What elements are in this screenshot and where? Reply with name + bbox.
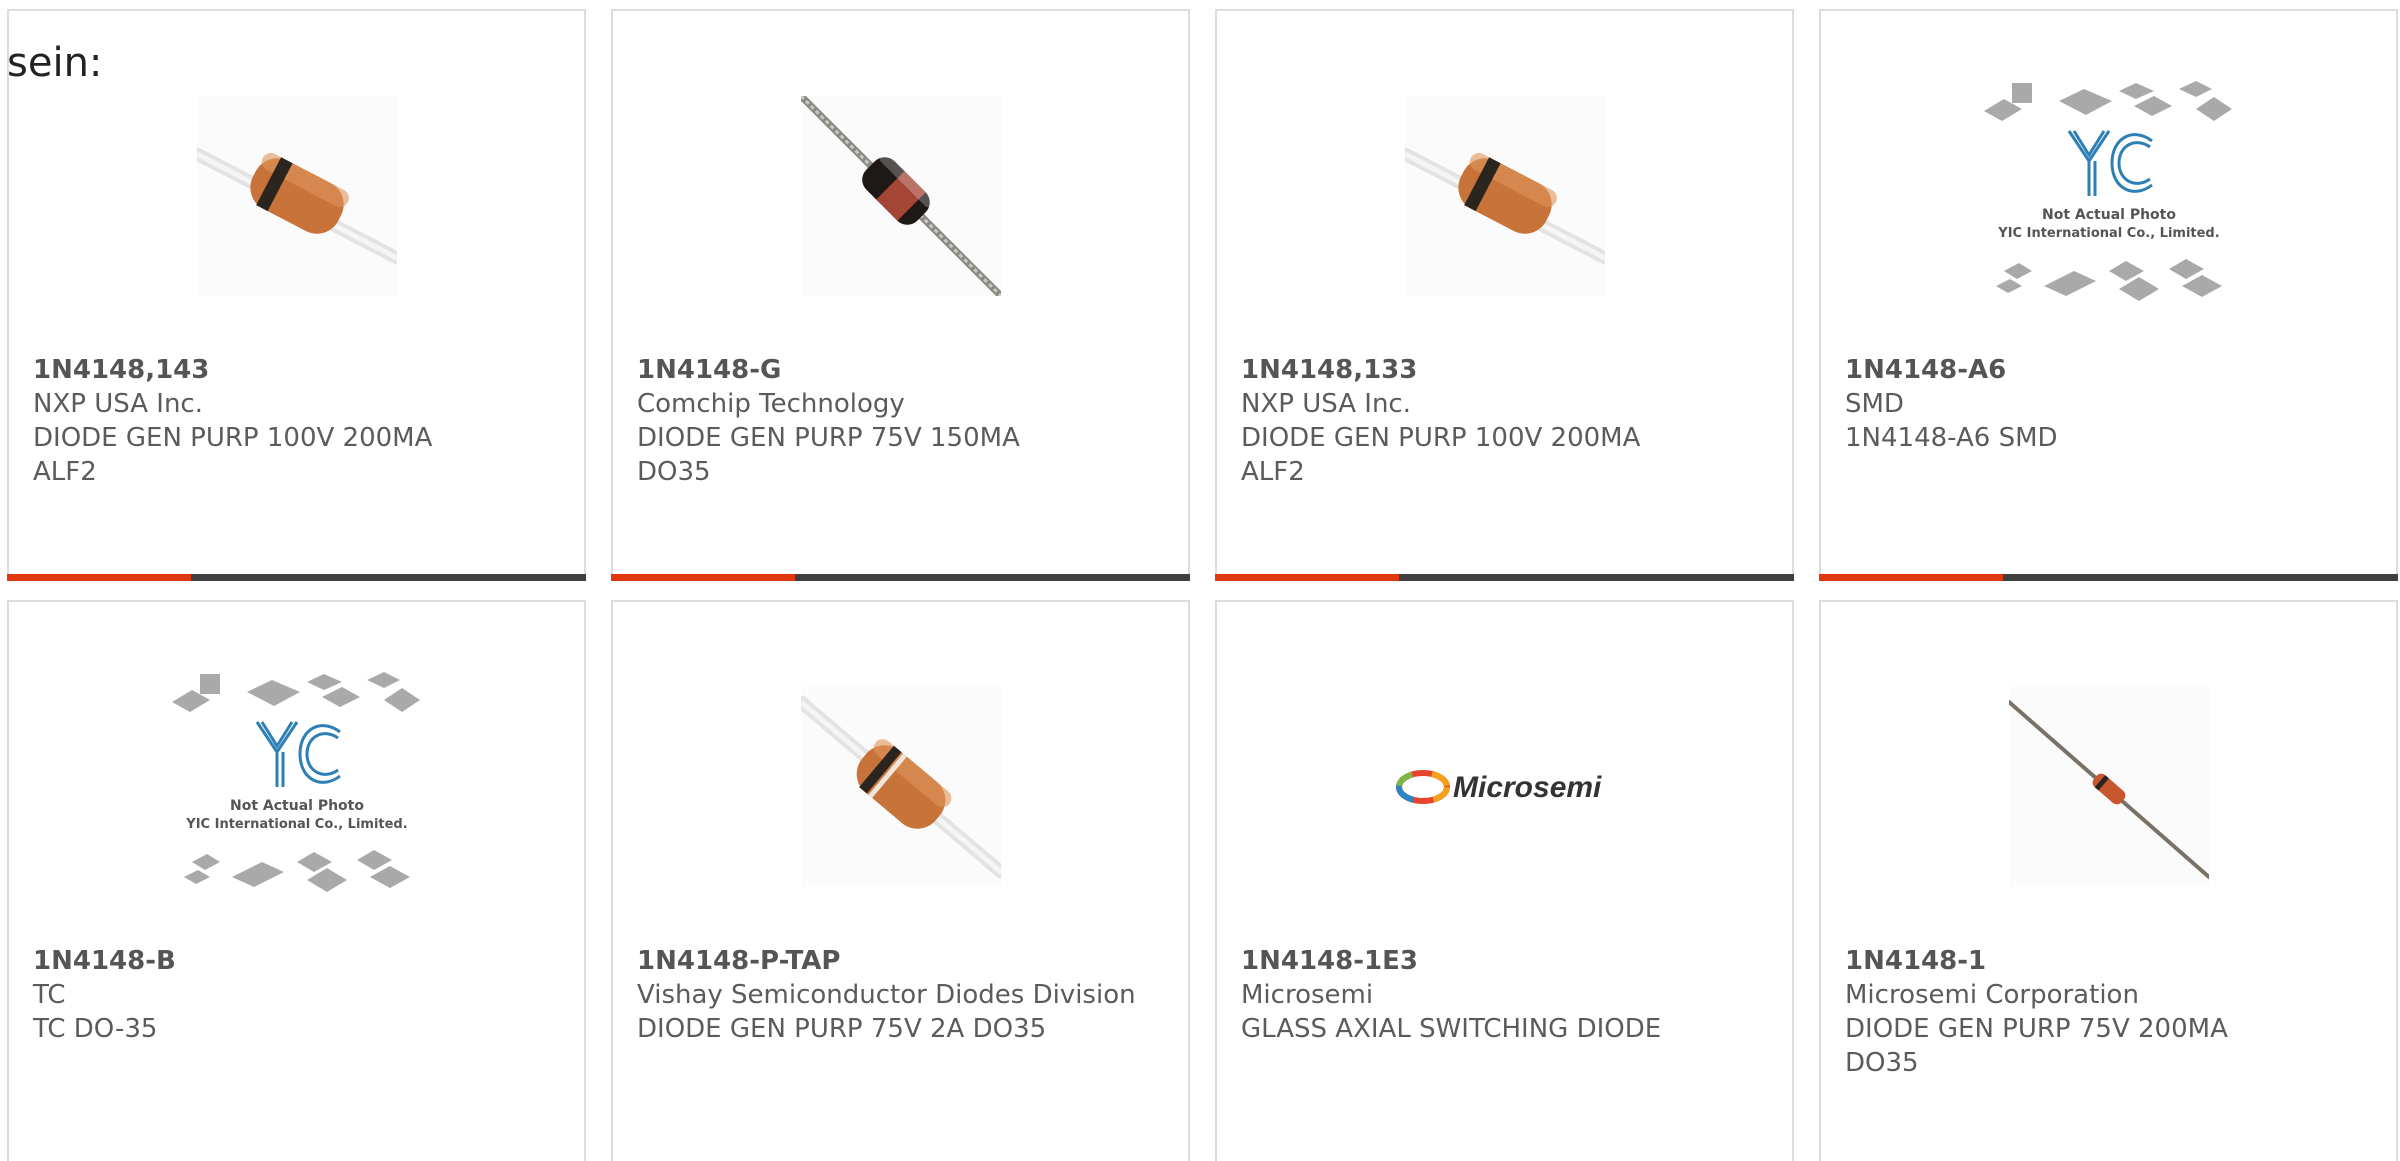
product-info: 1N4148-1E3 Microsemi GLASS AXIAL SWITCHI… xyxy=(1241,944,1768,1046)
product-image[interactable] xyxy=(9,66,584,326)
axial-diode-small-icon xyxy=(2008,687,2209,887)
manufacturer: Comchip Technology xyxy=(637,389,905,419)
placeholder-caption-2: YIC International Co., Limited. xyxy=(185,817,407,832)
part-number-link[interactable]: 1N4148-B xyxy=(33,944,560,978)
product-description: DIODE GEN PURP 75V 2A DO35 xyxy=(637,1014,1047,1044)
placeholder-caption-1: Not Actual Photo xyxy=(2042,207,2176,223)
yic-placeholder-icon: Not Actual Photo YIC International Co., … xyxy=(1983,81,2232,301)
product-info: 1N4148-G Comchip Technology DIODE GEN PU… xyxy=(637,353,1164,489)
product-image[interactable] xyxy=(1217,66,1792,326)
product-card[interactable]: 1N4148-1 Microsemi Corporation DIODE GEN… xyxy=(1819,600,2398,1161)
placeholder-caption-2: YIC International Co., Limited. xyxy=(1997,226,2219,241)
product-card[interactable]: 1N4148,133 NXP USA Inc. DIODE GEN PURP 1… xyxy=(1215,9,1794,581)
product-card[interactable]: 1N4148-G Comchip Technology DIODE GEN PU… xyxy=(611,9,1190,581)
product-card[interactable]: 1N4148,143 NXP USA Inc. DIODE GEN PURP 1… xyxy=(7,9,586,581)
product-info: 1N4148-A6 SMD 1N4148-A6 SMD xyxy=(1845,353,2372,455)
product-description: DIODE GEN PURP 100V 200MA xyxy=(33,423,433,453)
part-number-link[interactable]: 1N4148,133 xyxy=(1241,353,1768,387)
product-info: 1N4148,143 NXP USA Inc. DIODE GEN PURP 1… xyxy=(33,353,560,489)
product-image[interactable]: Not Actual Photo YIC International Co., … xyxy=(1821,66,2396,326)
product-description-2: DO35 xyxy=(637,457,711,487)
product-info: 1N4148-B TC TC DO-35 xyxy=(33,944,560,1046)
microsemi-logo-icon: Microsemi xyxy=(1395,770,1602,804)
product-description-2: ALF2 xyxy=(33,457,97,487)
product-description-2: ALF2 xyxy=(1241,457,1305,487)
page: sein: 1N4148,143 NXP USA Inc. DIODE GEN … xyxy=(0,0,2400,1161)
product-card[interactable]: Not Actual Photo YIC International Co., … xyxy=(1819,9,2398,581)
axial-diode-orange-icon xyxy=(1404,96,1605,296)
part-number-link[interactable]: 1N4148,143 xyxy=(33,353,560,387)
manufacturer: Microsemi xyxy=(1241,980,1374,1010)
product-description: DIODE GEN PURP 75V 200MA xyxy=(1845,1014,2228,1044)
yic-placeholder-icon: Not Actual Photo YIC International Co., … xyxy=(171,672,420,892)
product-description: 1N4148-A6 SMD xyxy=(1845,423,2058,453)
card-footer-bar xyxy=(1819,574,2398,581)
product-description-2: DO35 xyxy=(1845,1048,1919,1078)
product-card[interactable]: Microsemi 1N4148-1E3 Microsemi GLASS AXI… xyxy=(1215,600,1794,1161)
product-description: GLASS AXIAL SWITCHING DIODE xyxy=(1241,1014,1662,1044)
part-number-link[interactable]: 1N4148-1 xyxy=(1845,944,2372,978)
product-card[interactable]: 1N4148-P-TAP Vishay Semiconductor Diodes… xyxy=(611,600,1190,1161)
manufacturer: TC xyxy=(33,980,66,1010)
product-card[interactable]: Not Actual Photo YIC International Co., … xyxy=(7,600,586,1161)
axial-diode-glass-icon xyxy=(800,96,1001,296)
card-footer-bar xyxy=(611,574,1190,581)
microsemi-logo-text: Microsemi xyxy=(1453,771,1602,804)
manufacturer: NXP USA Inc. xyxy=(33,389,203,419)
part-number-link[interactable]: 1N4148-A6 xyxy=(1845,353,2372,387)
product-image[interactable]: Not Actual Photo YIC International Co., … xyxy=(9,657,584,917)
card-footer-bar xyxy=(1215,574,1794,581)
product-description: DIODE GEN PURP 75V 150MA xyxy=(637,423,1020,453)
product-grid: 1N4148,143 NXP USA Inc. DIODE GEN PURP 1… xyxy=(7,9,2398,1161)
product-image[interactable] xyxy=(613,66,1188,326)
part-number-link[interactable]: 1N4148-G xyxy=(637,353,1164,387)
part-number-link[interactable]: 1N4148-P-TAP xyxy=(637,944,1164,978)
manufacturer: Vishay Semiconductor Diodes Division xyxy=(637,980,1136,1010)
placeholder-caption-1: Not Actual Photo xyxy=(230,798,364,814)
part-number-link[interactable]: 1N4148-1E3 xyxy=(1241,944,1768,978)
product-info: 1N4148,133 NXP USA Inc. DIODE GEN PURP 1… xyxy=(1241,353,1768,489)
axial-diode-orange-icon xyxy=(196,96,397,296)
product-image[interactable] xyxy=(613,657,1188,917)
manufacturer: NXP USA Inc. xyxy=(1241,389,1411,419)
product-info: 1N4148-P-TAP Vishay Semiconductor Diodes… xyxy=(637,944,1164,1046)
manufacturer: Microsemi Corporation xyxy=(1845,980,2139,1010)
product-image[interactable] xyxy=(1821,657,2396,917)
product-description: TC DO-35 xyxy=(33,1014,158,1044)
product-image[interactable]: Microsemi xyxy=(1217,657,1792,917)
product-description: DIODE GEN PURP 100V 200MA xyxy=(1241,423,1641,453)
lead-text: sein: xyxy=(7,40,103,86)
card-footer-bar xyxy=(7,574,586,581)
axial-diode-orange-icon xyxy=(800,687,1001,887)
product-info: 1N4148-1 Microsemi Corporation DIODE GEN… xyxy=(1845,944,2372,1080)
manufacturer: SMD xyxy=(1845,389,1904,419)
